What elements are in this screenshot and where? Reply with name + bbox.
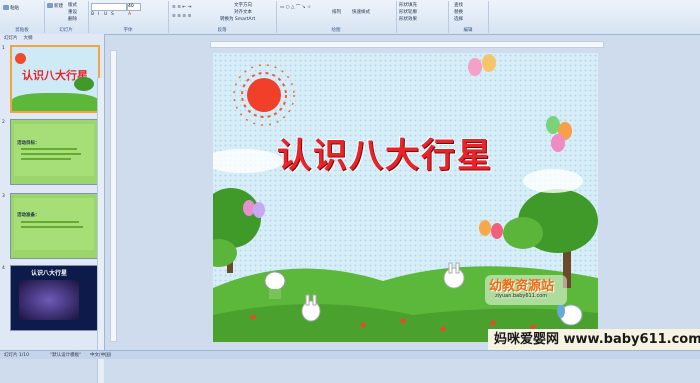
slide-info: 幻灯片 1/10 (4, 353, 30, 358)
shapes-gallery[interactable]: ▭ ○ △ ⌒ ↘ ☆ (280, 4, 311, 10)
strike-button[interactable]: S (111, 12, 114, 17)
horizontal-ruler (210, 41, 604, 48)
group-label: 编辑 (463, 28, 473, 33)
align-text-button[interactable]: 对齐文本 (234, 9, 252, 15)
delete-button[interactable]: 删除 (68, 16, 77, 22)
underline-button[interactable]: U (104, 12, 107, 17)
paste-button[interactable]: 粘贴 (3, 5, 19, 11)
galaxy-image (19, 280, 79, 320)
shape-format-group: 形状填充 形状轮廓 形状效果 (396, 1, 449, 33)
align-icons[interactable]: ≡ ≡ ≡ ≡ (172, 14, 191, 19)
thumb-heading: 活动目标： (17, 141, 40, 146)
cloud (523, 169, 583, 193)
ribbon: 粘贴 剪贴板 新建 版式 重设 删除 幻灯片 40 B I U S A 字体 文… (0, 0, 700, 35)
slide-thumb-2[interactable]: 活动目标： (10, 119, 98, 185)
tab-outline[interactable]: 大纲 (24, 35, 33, 43)
left-tree (213, 188, 261, 273)
text-direction-button[interactable]: 文字方向 (234, 2, 252, 8)
shape-fill-button[interactable]: 形状填充 (399, 2, 417, 8)
text-line (21, 158, 71, 160)
arrange-button[interactable]: 排列 (332, 9, 341, 15)
replace-button[interactable]: 替换 (454, 9, 463, 15)
slide-canvas[interactable]: 认识八大行星 幼教资源站 ziyuan.baby611.com (213, 53, 598, 342)
slide-thumb-1[interactable]: 认识八大行星 (10, 45, 100, 113)
site-watermark: 妈咪爱婴网 www.baby611.com (488, 329, 700, 351)
grass (12, 93, 98, 111)
text-line (21, 221, 79, 223)
group-label: 幻灯片 (59, 28, 73, 33)
theme-name: "默认设计模板" (50, 353, 82, 358)
thumb-body (14, 198, 94, 250)
sun (233, 64, 295, 126)
font-size-box[interactable]: 40 (127, 3, 141, 11)
group-label: 绘图 (331, 28, 341, 33)
new-slide-icon (47, 3, 53, 8)
sun-icon (15, 53, 26, 64)
slide-number: 4 (2, 266, 5, 271)
shape-effects-button[interactable]: 形状效果 (399, 16, 417, 22)
layout-button[interactable]: 版式 (68, 2, 77, 8)
smartart-button[interactable]: 转换为 SmartArt (220, 16, 255, 22)
quick-styles-button[interactable]: 快速样式 (352, 9, 370, 15)
bunny-character (443, 262, 465, 289)
slides-panel: 幻灯片 大纲 1 认识八大行星 2 活动目标： 3 活动准备： 4 认识八大行星 (0, 34, 105, 383)
tree (74, 77, 94, 91)
logo-url: ziyuan.baby611.com (495, 293, 548, 299)
slide-number: 3 (2, 194, 5, 199)
text-line (21, 148, 77, 150)
font-color-button[interactable]: A (128, 12, 131, 17)
shape-outline-button[interactable]: 形状轮廓 (399, 9, 417, 15)
reset-button[interactable]: 重设 (68, 9, 77, 15)
group-label: 剪贴板 (15, 28, 29, 33)
italic-button[interactable]: I (98, 12, 99, 17)
slides-group: 新建 版式 重设 删除 幻灯片 (44, 1, 89, 33)
thumb-heading: 活动准备： (17, 213, 40, 218)
thumb-body (14, 124, 94, 176)
tab-slides[interactable]: 幻灯片 (4, 35, 18, 43)
bold-button[interactable]: B (91, 12, 94, 17)
font-group: 40 B I U S A 字体 (88, 1, 169, 33)
editing-group: 查找 替换 选择 编辑 (448, 1, 489, 33)
paste-icon (3, 5, 9, 10)
thumb-title: 认识八大行星 (31, 270, 68, 277)
text-line (21, 226, 83, 228)
panel-scrollbar[interactable] (97, 78, 104, 383)
slide-title[interactable]: 认识八大行星 (277, 128, 493, 177)
group-label: 字体 (123, 28, 133, 33)
new-slide-button[interactable]: 新建 (47, 3, 63, 9)
logo-text: 幼教资源站 (489, 279, 555, 294)
paragraph-group: 文字方向 对齐文本 转换为 SmartArt ≡ ≡ ⇤ ⇥ ≡ ≡ ≡ ≡ 段… (168, 1, 277, 33)
slide-number: 1 (2, 46, 5, 51)
group-label: 段落 (217, 28, 227, 33)
find-button[interactable]: 查找 (454, 2, 463, 8)
slide-thumb-4[interactable]: 认识八大行星 (10, 265, 98, 331)
cloud (213, 149, 283, 173)
text-line (21, 153, 81, 155)
drawing-group: ▭ ○ △ ⌒ ↘ ☆ 排列 快速样式 绘图 (276, 1, 397, 33)
select-button[interactable]: 选择 (454, 16, 463, 22)
font-name-box[interactable] (91, 3, 127, 11)
bullets-icon[interactable]: ≡ ≡ ⇤ ⇥ (172, 5, 191, 10)
vertical-ruler (110, 50, 117, 342)
language-indicator: 中文(中国) (90, 353, 112, 358)
slide-number: 2 (2, 120, 5, 125)
slide-thumb-3[interactable]: 活动准备： (10, 193, 98, 259)
clipboard-group: 粘贴 剪贴板 (0, 1, 45, 33)
panel-tabs: 幻灯片 大纲 (0, 34, 104, 44)
